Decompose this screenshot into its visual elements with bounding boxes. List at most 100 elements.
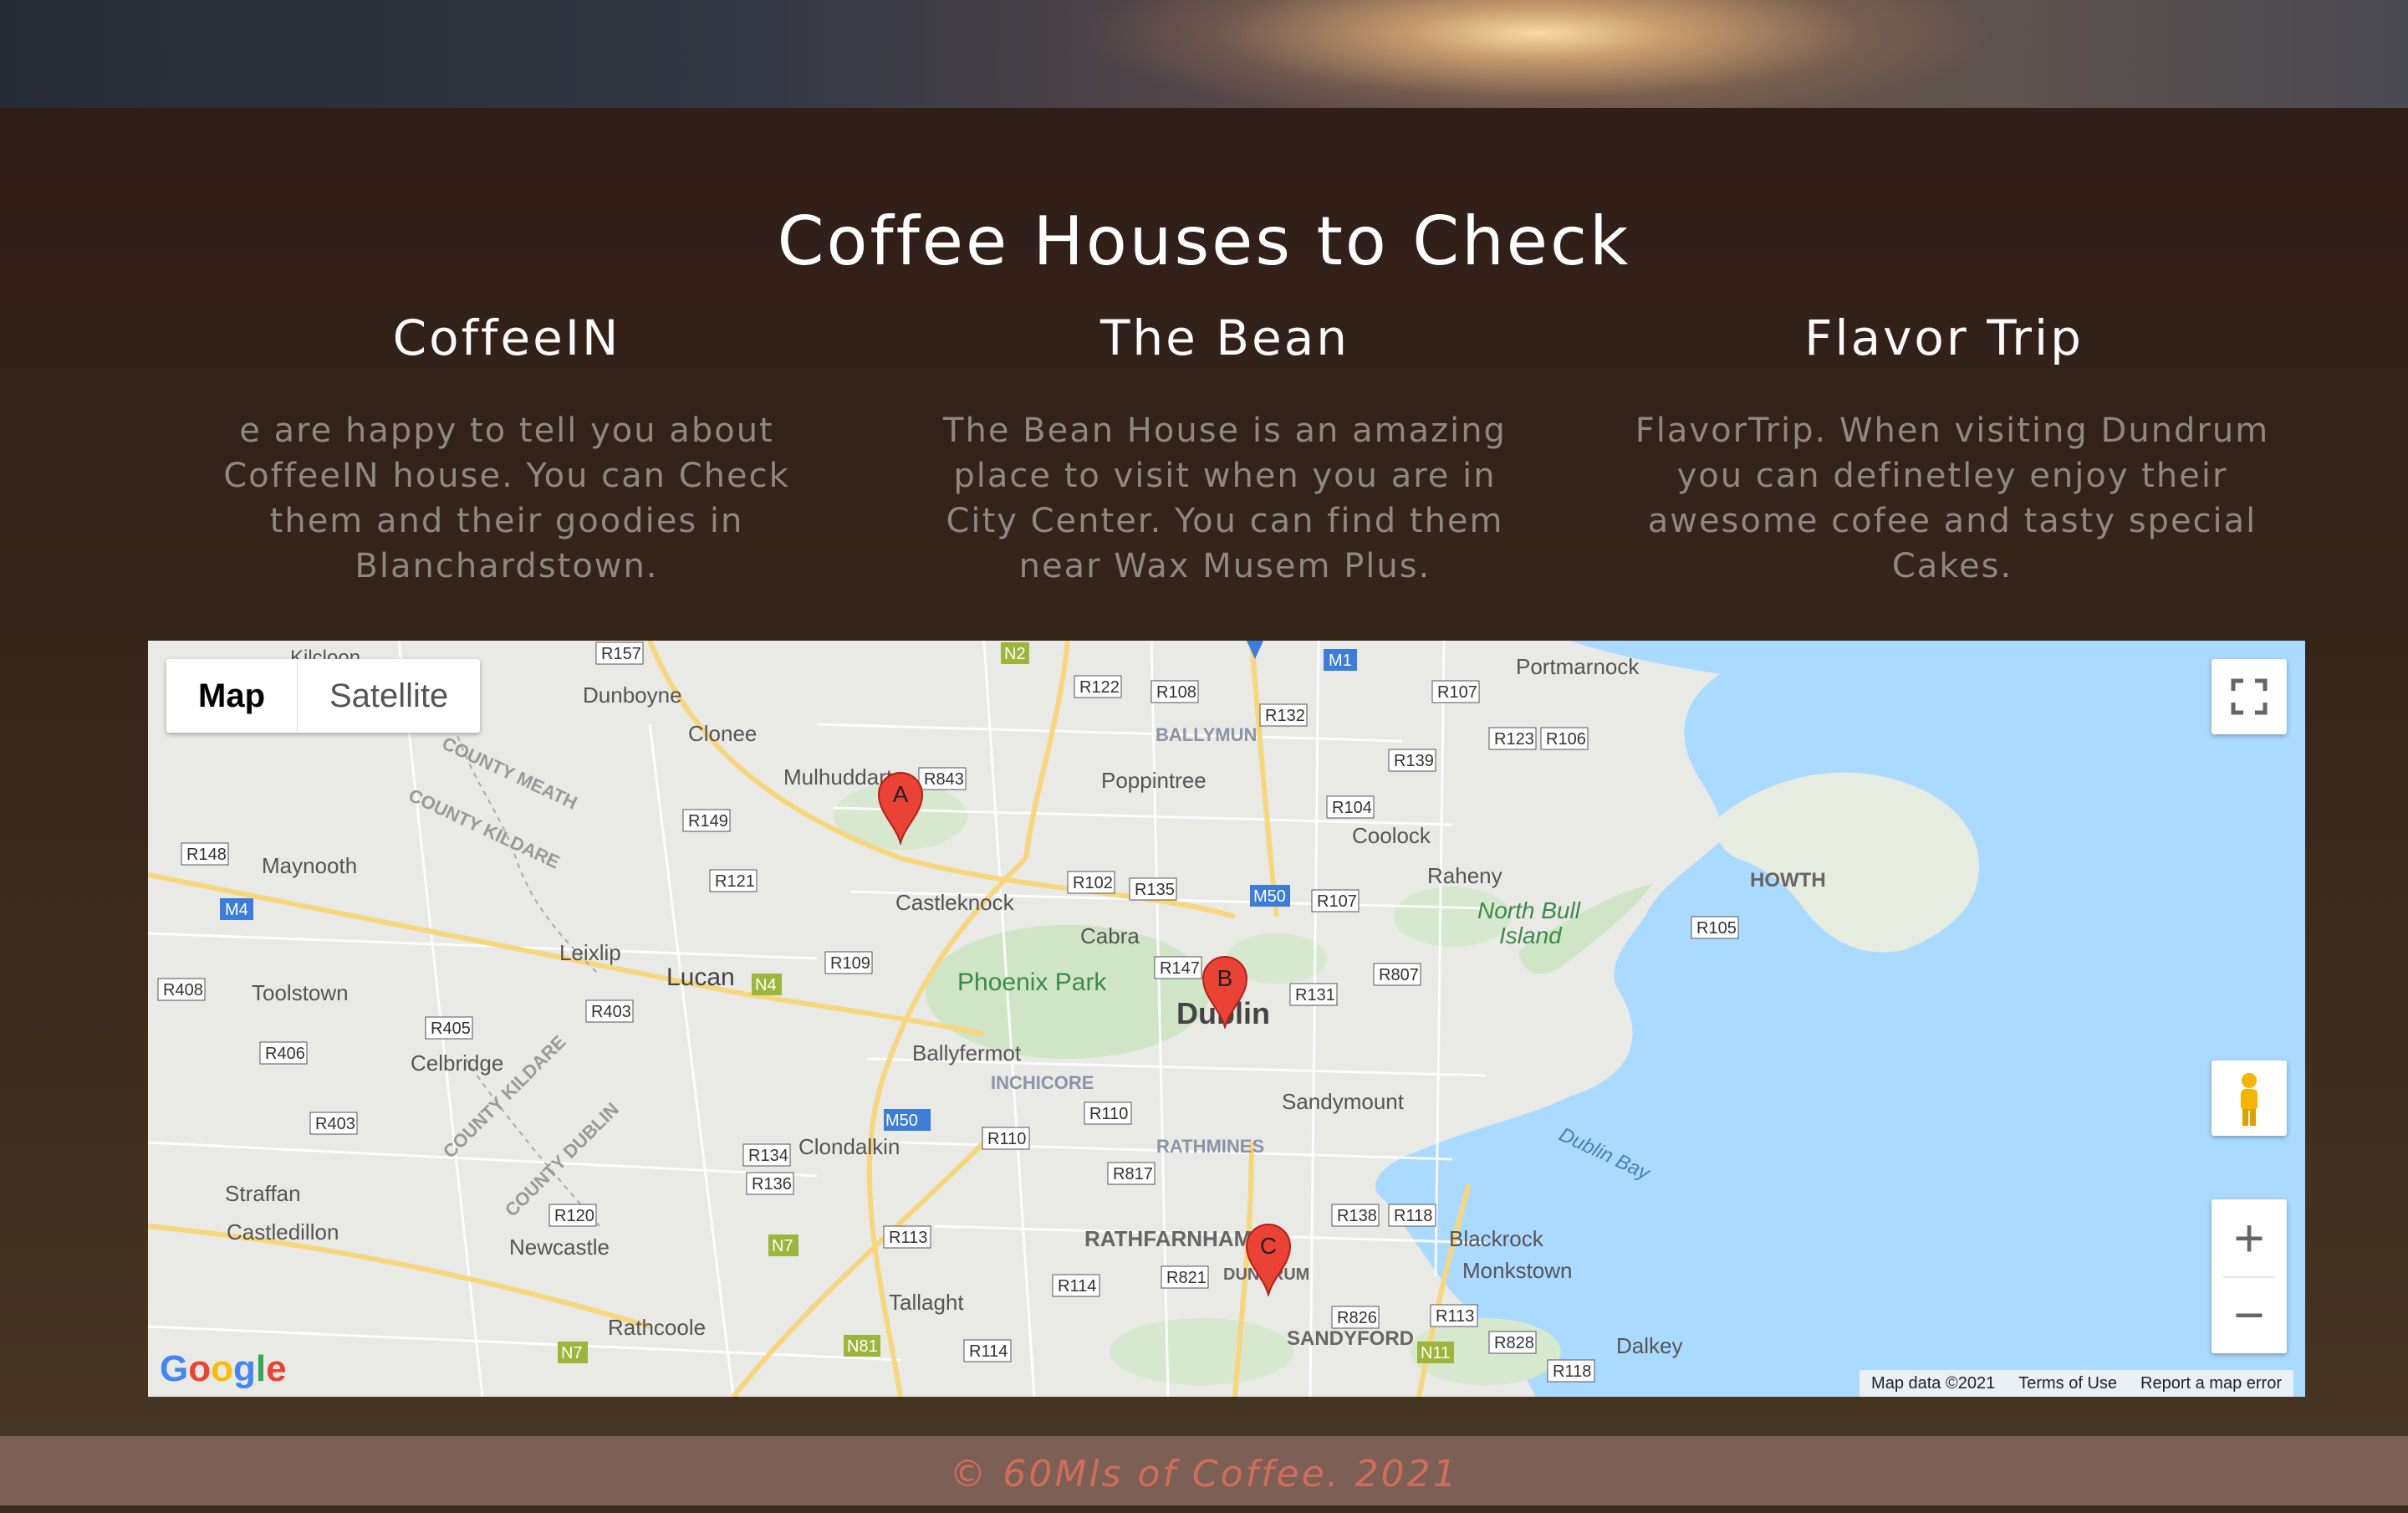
street-view-pegman-button[interactable]: [2212, 1061, 2287, 1136]
svg-text:M50: M50: [885, 1112, 918, 1130]
fullscreen-icon: [2231, 678, 2268, 715]
svg-text:Clonee: Clonee: [688, 721, 757, 746]
svg-text:R106: R106: [1546, 730, 1586, 749]
svg-text:R828: R828: [1494, 1334, 1534, 1352]
svg-text:Leixlip: Leixlip: [559, 940, 621, 965]
svg-text:R131: R131: [1295, 986, 1335, 1004]
coffee-house-description: The Bean House is an amazing place to vi…: [943, 411, 1507, 585]
svg-text:Ballyfermot: Ballyfermot: [912, 1040, 1022, 1066]
coffee-house-name: The Bean: [1099, 309, 1350, 366]
svg-text:Lucan: Lucan: [666, 964, 735, 991]
svg-text:R135: R135: [1135, 881, 1175, 899]
map-data-text: Map data ©2021: [1871, 1374, 1996, 1393]
svg-text:Celbridge: Celbridge: [411, 1050, 503, 1076]
svg-text:R134: R134: [748, 1147, 788, 1165]
map-marker-a[interactable]: A: [875, 769, 926, 846]
svg-text:N7: N7: [561, 1344, 583, 1362]
zoom-out-button[interactable]: −: [2212, 1276, 2287, 1353]
svg-text:N4: N4: [755, 976, 777, 994]
pegman-icon: [2241, 1073, 2258, 1126]
svg-text:Cabra: Cabra: [1080, 923, 1140, 948]
map-marker-b[interactable]: B: [1200, 953, 1250, 1030]
map-type-control: Map Satellite: [166, 659, 481, 733]
svg-text:BALLYMUN: BALLYMUN: [1156, 724, 1257, 745]
copyright-text: © 60Mls of Coffee. 2021: [949, 1453, 1459, 1495]
svg-text:Raheny: Raheny: [1427, 863, 1502, 888]
svg-text:Dunboyne: Dunboyne: [583, 682, 682, 708]
map-type-map-button[interactable]: Map: [166, 659, 298, 733]
svg-text:Castledillon: Castledillon: [227, 1219, 339, 1245]
svg-text:R108: R108: [1156, 683, 1196, 702]
svg-text:R118: R118: [1553, 1362, 1591, 1381]
svg-text:Sandymount: Sandymount: [1282, 1089, 1405, 1114]
map-type-satellite-button[interactable]: Satellite: [298, 659, 480, 733]
svg-text:R139: R139: [1394, 752, 1434, 770]
svg-text:N11: N11: [1421, 1344, 1450, 1362]
google-map[interactable]: Dunboyne Clonee Mulhuddart Poppintree BA…: [148, 641, 2305, 1397]
svg-text:N2: N2: [1004, 645, 1026, 663]
svg-text:R403: R403: [315, 1115, 355, 1133]
zoom-in-button[interactable]: +: [2212, 1199, 2287, 1276]
svg-text:R136: R136: [752, 1175, 792, 1194]
svg-text:North Bull: North Bull: [1477, 897, 1581, 923]
svg-text:RATHFARNHAM: RATHFARNHAM: [1084, 1226, 1252, 1251]
marker-label: B: [1217, 965, 1233, 991]
fullscreen-button[interactable]: [2212, 659, 2287, 734]
svg-text:Monkstown: Monkstown: [1462, 1258, 1573, 1283]
coffee-house-description: e are happy to tell you about CoffeeIN h…: [223, 411, 790, 585]
svg-text:Toolstown: Toolstown: [252, 980, 349, 1005]
terms-of-use-link[interactable]: Terms of Use: [2007, 1370, 2129, 1397]
svg-text:R147: R147: [1160, 959, 1200, 978]
svg-text:R107: R107: [1437, 683, 1477, 702]
svg-text:Phoenix Park: Phoenix Park: [957, 969, 1107, 996]
svg-text:Maynooth: Maynooth: [262, 853, 357, 878]
svg-text:R122: R122: [1079, 678, 1120, 697]
svg-text:M50: M50: [1253, 887, 1286, 906]
svg-text:Poppintree: Poppintree: [1101, 768, 1207, 793]
coffee-house-name: CoffeeIN: [392, 309, 621, 366]
coffee-house-card-coffeein: CoffeeIN e are happy to tell you about C…: [189, 309, 824, 589]
svg-text:R821: R821: [1166, 1269, 1207, 1287]
page-footer: © 60Mls of Coffee. 2021: [0, 1436, 2408, 1505]
coffee-house-card-flavor-trip: Flavor Trip FlavorTrip. When visiting Du…: [1626, 309, 2268, 589]
svg-text:R113: R113: [1436, 1307, 1474, 1326]
svg-text:R132: R132: [1265, 707, 1305, 725]
svg-text:R121: R121: [715, 872, 755, 891]
svg-text:HOWTH: HOWTH: [1750, 869, 1826, 892]
svg-text:R105: R105: [1696, 919, 1737, 938]
svg-text:M4: M4: [225, 901, 248, 919]
hero-image-strip: [0, 0, 2408, 108]
svg-text:Tallaght: Tallaght: [889, 1290, 964, 1315]
svg-text:R405: R405: [431, 1020, 471, 1038]
svg-text:R148: R148: [186, 846, 227, 864]
svg-text:R113: R113: [889, 1229, 927, 1247]
marker-label: C: [1259, 1233, 1278, 1259]
svg-text:R138: R138: [1337, 1207, 1377, 1225]
google-logo[interactable]: Google: [160, 1348, 287, 1390]
svg-text:R817: R817: [1113, 1165, 1153, 1183]
zoom-control: + −: [2212, 1199, 2287, 1353]
report-map-error-link[interactable]: Report a map error: [2129, 1370, 2293, 1397]
svg-text:RATHMINES: RATHMINES: [1156, 1136, 1264, 1157]
svg-text:R102: R102: [1073, 874, 1113, 892]
svg-text:Blackrock: Blackrock: [1449, 1226, 1544, 1251]
svg-text:R826: R826: [1337, 1309, 1377, 1327]
svg-text:R843: R843: [924, 770, 964, 789]
svg-text:SANDYFORD: SANDYFORD: [1287, 1327, 1414, 1350]
map-marker-c[interactable]: C: [1243, 1221, 1293, 1298]
svg-text:R107: R107: [1317, 892, 1357, 911]
svg-text:R114: R114: [1058, 1277, 1096, 1296]
svg-text:N7: N7: [772, 1237, 793, 1255]
svg-text:Portmarnock: Portmarnock: [1516, 654, 1640, 679]
svg-text:Dalkey: Dalkey: [1616, 1333, 1682, 1358]
svg-text:Straffan: Straffan: [225, 1181, 301, 1206]
svg-text:Clondalkin: Clondalkin: [798, 1134, 900, 1159]
svg-text:R157: R157: [601, 645, 641, 663]
svg-text:R114: R114: [969, 1342, 1008, 1361]
svg-text:Coolock: Coolock: [1352, 823, 1431, 848]
svg-text:R408: R408: [163, 981, 203, 999]
svg-text:R406: R406: [265, 1045, 305, 1063]
coffee-house-description: FlavorTrip. When visiting Dundrum you ca…: [1635, 411, 2270, 585]
marker-label: A: [892, 781, 909, 807]
svg-text:R118: R118: [1394, 1207, 1432, 1225]
